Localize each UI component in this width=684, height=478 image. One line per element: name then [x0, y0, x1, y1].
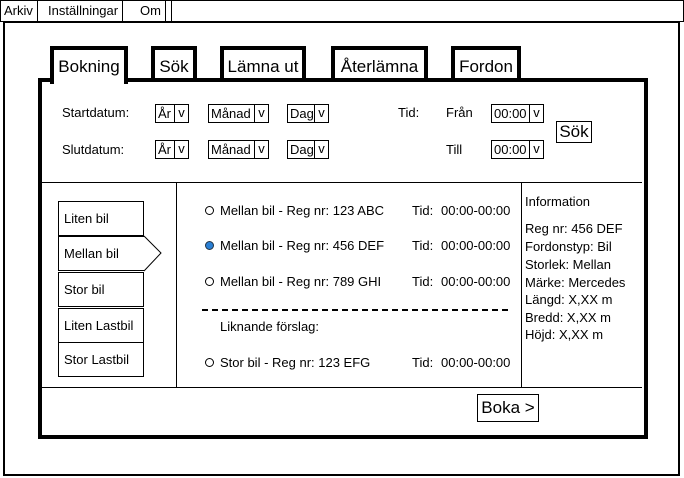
suggestion-time-label: Tid: [412, 355, 434, 370]
info-hojd: Höjd: X,XX m [525, 327, 604, 342]
menu-arkiv[interactable]: Arkiv [0, 0, 38, 22]
menu-installningar[interactable]: Inställningar [44, 0, 124, 22]
tab-sok[interactable]: Sök [151, 46, 197, 82]
chevron-down-icon: v [254, 141, 268, 158]
result-time-label: Tid: [412, 238, 434, 253]
start-month-value: Månad [211, 106, 251, 121]
category-stor-lastbil[interactable]: Stor Lastbil [58, 342, 144, 377]
book-button[interactable]: Boka > [477, 394, 539, 422]
suggestion-time: 00:00-00:00 [441, 355, 511, 370]
chevron-down-icon: v [254, 105, 268, 122]
suggestions-label: Liknande förslag: [220, 319, 320, 334]
start-year-value: År [158, 106, 171, 121]
chevron-down-icon: v [529, 105, 543, 122]
divider [42, 182, 177, 183]
selected-arrow-icon [143, 235, 162, 272]
from-time-select[interactable]: 00:00 v [491, 104, 544, 123]
to-label: Till [446, 142, 463, 157]
info-marke: Märke: Mercedes [525, 275, 626, 290]
menu-om[interactable]: Om [136, 0, 166, 22]
info-left-border [521, 182, 522, 388]
result-label[interactable]: Mellan bil - Reg nr: 456 DEF [220, 237, 384, 255]
from-label: Från [446, 105, 473, 120]
result-time-label: Tid: [412, 274, 434, 289]
category-liten-bil[interactable]: Liten bil [58, 201, 144, 236]
chevron-down-icon: v [529, 141, 543, 158]
suggestion-label[interactable]: Stor bil - Reg nr: 123 EFG [220, 354, 370, 372]
start-date-label: Startdatum: [62, 105, 130, 120]
end-month-value: Månad [211, 142, 251, 157]
chevron-down-icon: v [174, 105, 188, 122]
result-radio-selected[interactable] [205, 241, 214, 250]
start-day-select[interactable]: Dag v [287, 104, 329, 123]
chevron-down-icon: v [174, 141, 188, 158]
suggestion-radio[interactable] [205, 358, 214, 367]
start-month-select[interactable]: Månad v [208, 104, 269, 123]
result-time: 00:00-00:00 [441, 238, 511, 253]
footer-divider [42, 387, 642, 388]
info-title: Information [525, 194, 591, 209]
info-reg-nr: Reg nr: 456 DEF [525, 221, 623, 236]
info-bredd: Bredd: X,XX m [525, 310, 611, 325]
info-fordonstyp: Fordonstyp: Bil [525, 239, 612, 254]
tab-fordon[interactable]: Fordon [451, 46, 521, 82]
menu-divider [171, 0, 172, 22]
category-liten-lastbil[interactable]: Liten Lastbil [58, 308, 144, 343]
result-time: 00:00-00:00 [441, 203, 511, 218]
search-button[interactable]: Sök [556, 121, 592, 143]
info-storlek: Storlek: Mellan [525, 257, 611, 272]
chevron-down-icon: v [314, 105, 328, 122]
time-label: Tid: [398, 105, 420, 120]
chevron-down-icon: v [314, 141, 328, 158]
tab-aterlamna[interactable]: Återlämna [331, 46, 428, 82]
category-stor-bil[interactable]: Stor bil [58, 272, 144, 307]
end-date-label: Slutdatum: [62, 142, 125, 157]
end-year-value: År [158, 142, 171, 157]
results-left-border [176, 182, 177, 388]
end-day-select[interactable]: Dag v [287, 140, 329, 159]
result-label[interactable]: Mellan bil - Reg nr: 789 GHI [220, 273, 381, 291]
result-time-label: Tid: [412, 203, 434, 218]
info-langd: Längd: X,XX m [525, 292, 613, 307]
end-month-select[interactable]: Månad v [208, 140, 269, 159]
to-time-select[interactable]: 00:00 v [491, 140, 544, 159]
result-radio[interactable] [205, 277, 214, 286]
result-radio[interactable] [205, 206, 214, 215]
from-time-value: 00:00 [494, 106, 527, 121]
end-year-select[interactable]: År v [155, 140, 189, 159]
start-day-value: Dag [290, 106, 314, 121]
end-day-value: Dag [290, 142, 314, 157]
dashed-separator [202, 309, 508, 311]
result-time: 00:00-00:00 [441, 274, 511, 289]
category-mellan-bil[interactable]: Mellan bil [58, 236, 144, 271]
to-time-value: 00:00 [494, 142, 527, 157]
active-tab-join [54, 76, 124, 84]
result-label[interactable]: Mellan bil - Reg nr: 123 ABC [220, 202, 384, 220]
results-top-border [176, 182, 642, 183]
start-year-select[interactable]: År v [155, 104, 189, 123]
tab-lamna-ut[interactable]: Lämna ut [220, 46, 306, 82]
